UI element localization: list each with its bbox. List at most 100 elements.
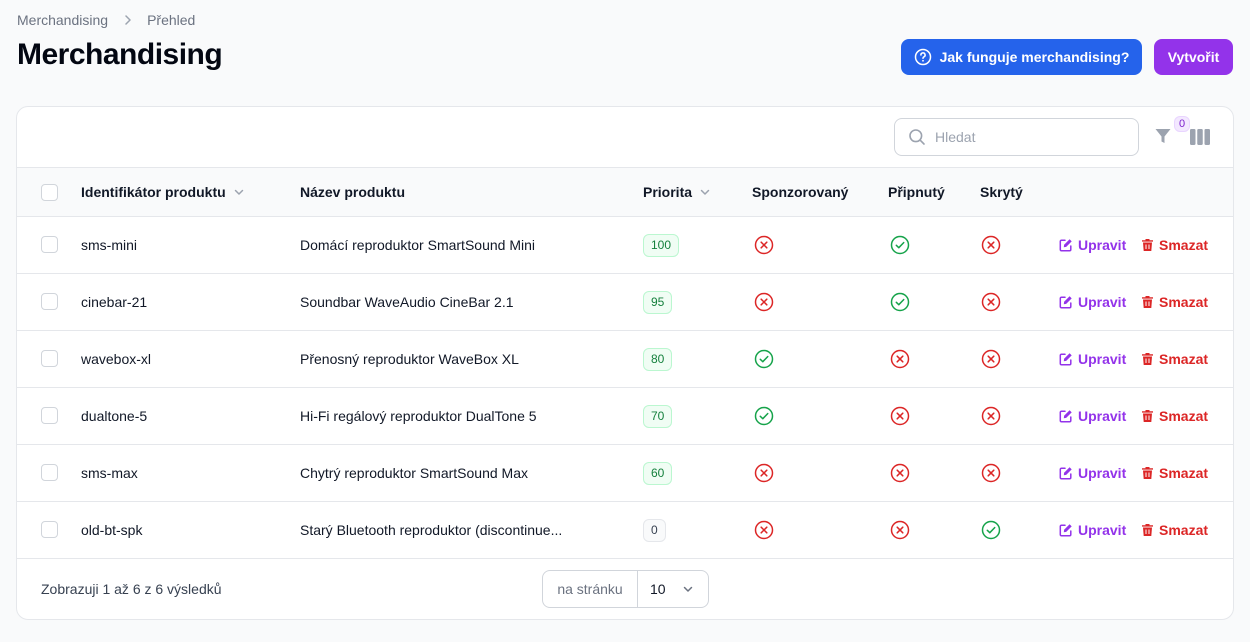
check-circle-icon — [754, 406, 774, 426]
delete-button[interactable]: Smazat — [1141, 237, 1208, 253]
product-name: Přenosný reproduktor WaveBox XL — [300, 351, 519, 367]
chevron-down-icon — [699, 186, 711, 198]
x-circle-icon — [981, 463, 1001, 483]
sponsored-status — [754, 445, 774, 501]
breadcrumb-item-merchandising[interactable]: Merchandising — [17, 12, 108, 28]
per-page-value: 10 — [650, 581, 666, 597]
trash-icon — [1141, 409, 1154, 423]
edit-button[interactable]: Upravit — [1059, 294, 1126, 310]
per-page-dropdown[interactable]: 10 — [638, 571, 708, 607]
product-name: Soundbar WaveAudio CineBar 2.1 — [300, 294, 514, 310]
edit-button-label: Upravit — [1078, 294, 1127, 310]
hidden-status — [981, 445, 1001, 501]
priority-badge: 60 — [643, 461, 673, 485]
breadcrumb: Merchandising Přehled — [17, 12, 195, 28]
sponsored-status — [754, 502, 774, 558]
sponsored-status — [754, 217, 774, 273]
priority-badge: 70 — [643, 404, 673, 428]
hidden-status — [981, 217, 1001, 273]
chevron-right-icon — [122, 14, 134, 26]
pinned-status — [890, 217, 910, 273]
sponsored-status — [754, 274, 774, 330]
column-header-priority[interactable]: Priorita — [643, 168, 711, 216]
check-circle-icon — [890, 235, 910, 255]
priority-badge: 80 — [643, 347, 673, 371]
columns-icon[interactable] — [1190, 129, 1210, 150]
table-row: dualtone-5 Hi-Fi regálový reproduktor Du… — [17, 388, 1233, 445]
row-checkbox[interactable] — [41, 236, 58, 253]
trash-icon — [1141, 466, 1154, 480]
x-circle-icon — [754, 463, 774, 483]
row-checkbox[interactable] — [41, 521, 58, 538]
priority-badge: 95 — [643, 290, 673, 314]
edit-button[interactable]: Upravit — [1059, 522, 1126, 538]
hidden-status — [981, 331, 1001, 387]
search-input[interactable] — [935, 129, 1115, 145]
table-row: sms-mini Domácí reproduktor SmartSound M… — [17, 217, 1233, 274]
row-checkbox[interactable] — [41, 350, 58, 367]
edit-button-label: Upravit — [1078, 465, 1127, 481]
delete-button[interactable]: Smazat — [1141, 465, 1208, 481]
product-name: Starý Bluetooth reproduktor (discontinue… — [300, 522, 563, 538]
delete-button[interactable]: Smazat — [1141, 408, 1208, 424]
breadcrumb-item-current: Přehled — [147, 12, 196, 28]
edit-button[interactable]: Upravit — [1059, 351, 1126, 367]
pinned-status — [890, 388, 910, 444]
filter-icon[interactable] — [1154, 127, 1172, 150]
delete-button[interactable]: Smazat — [1141, 351, 1208, 367]
delete-button[interactable]: Smazat — [1141, 294, 1208, 310]
trash-icon — [1141, 238, 1154, 252]
hidden-status — [981, 502, 1001, 558]
edit-button[interactable]: Upravit — [1059, 237, 1126, 253]
edit-button[interactable]: Upravit — [1059, 465, 1126, 481]
per-page-label: na stránku — [543, 571, 638, 607]
x-circle-icon — [981, 406, 1001, 426]
column-header-product-name: Název produktu — [300, 184, 406, 200]
delete-button-label: Smazat — [1159, 408, 1209, 424]
sponsored-status — [754, 331, 774, 387]
pinned-status — [890, 274, 910, 330]
pencil-square-icon — [1059, 238, 1073, 252]
trash-icon — [1141, 523, 1154, 537]
edit-button-label: Upravit — [1078, 351, 1127, 367]
search-icon — [908, 128, 926, 146]
delete-button-label: Smazat — [1159, 351, 1209, 367]
trash-icon — [1141, 295, 1154, 309]
hidden-status — [981, 274, 1001, 330]
pinned-status — [890, 445, 910, 501]
product-id: cinebar-21 — [81, 294, 148, 310]
column-header-pinned: Připnutý — [888, 184, 945, 200]
create-button[interactable]: Vytvořit — [1154, 39, 1233, 75]
product-id: old-bt-spk — [81, 522, 143, 538]
check-circle-icon — [890, 292, 910, 312]
hidden-status — [981, 388, 1001, 444]
x-circle-icon — [754, 235, 774, 255]
delete-button[interactable]: Smazat — [1141, 522, 1208, 538]
question-circle-icon — [914, 48, 932, 66]
delete-button-label: Smazat — [1159, 465, 1209, 481]
per-page-select[interactable]: na stránku 10 — [542, 570, 709, 608]
pencil-square-icon — [1059, 466, 1073, 480]
table-header: Identifikátor produktu Název produktu Pr… — [17, 167, 1233, 217]
search-field[interactable] — [894, 118, 1139, 156]
row-checkbox[interactable] — [41, 293, 58, 310]
x-circle-icon — [890, 406, 910, 426]
delete-button-label: Smazat — [1159, 294, 1209, 310]
column-header-product-id[interactable]: Identifikátor produktu — [81, 168, 245, 216]
edit-button-label: Upravit — [1078, 237, 1127, 253]
edit-button[interactable]: Upravit — [1059, 408, 1126, 424]
page-title: Merchandising — [17, 38, 223, 71]
product-name: Hi-Fi regálový reproduktor DualTone 5 — [300, 408, 537, 424]
product-id: sms-max — [81, 465, 138, 481]
x-circle-icon — [754, 520, 774, 540]
help-button[interactable]: Jak funguje merchandising? — [901, 39, 1142, 75]
x-circle-icon — [890, 463, 910, 483]
pencil-square-icon — [1059, 409, 1073, 423]
row-checkbox[interactable] — [41, 407, 58, 424]
x-circle-icon — [981, 292, 1001, 312]
select-all-checkbox[interactable] — [41, 184, 58, 201]
trash-icon — [1141, 352, 1154, 366]
chevron-down-icon — [682, 583, 694, 595]
column-header-label: Identifikátor produktu — [81, 184, 226, 200]
row-checkbox[interactable] — [41, 464, 58, 481]
